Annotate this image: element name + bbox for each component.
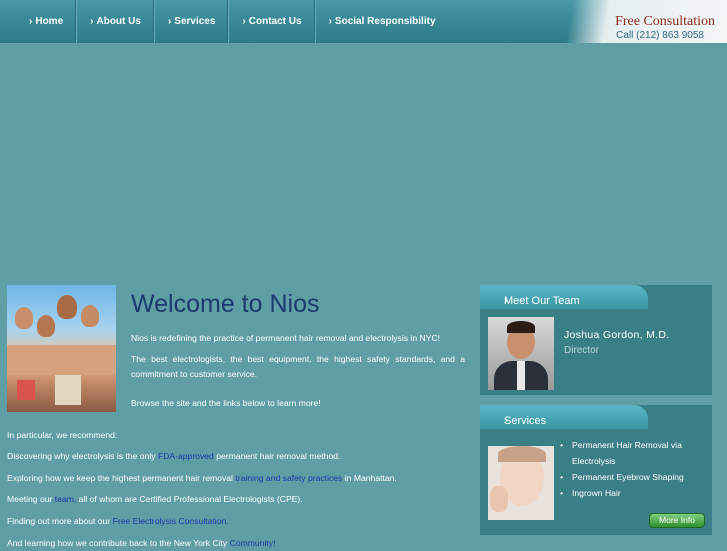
- recommend-item: Discovering why electrolysis is the only…: [7, 451, 341, 461]
- director-photo[interactable]: [488, 317, 554, 390]
- nav-label: Home: [35, 16, 64, 27]
- services-photo: [488, 446, 554, 520]
- nav-label: Contact Us: [248, 16, 302, 27]
- recommend-item: And learning how we contribute back to t…: [7, 538, 276, 548]
- service-item[interactable]: Permanent Hair Removal via Electrolysis: [560, 437, 708, 469]
- recommend-item: Finding out more about our Free Electrol…: [7, 516, 229, 526]
- arrow-right-icon: ›: [29, 16, 33, 27]
- recommend-item: Meeting our team, all of whom are Certif…: [7, 494, 303, 504]
- team-panel-header: › Meet Our Team: [480, 285, 648, 309]
- arrow-right-icon: ›: [167, 16, 172, 27]
- team-panel: › Meet Our Team Joshua Gordon, M.D. Dire…: [480, 285, 712, 395]
- top-nav-bar: › Home › About Us › Services › Contact Us › S…: [0, 0, 727, 43]
- fda-approved-link[interactable]: FDA-approved: [158, 451, 214, 461]
- training-safety-link[interactable]: training and safety practices: [235, 473, 342, 483]
- nav-social-responsibility[interactable]: › Social Responsibility: [315, 0, 448, 43]
- director-name[interactable]: Joshua Gordon, M.D.: [564, 329, 670, 341]
- arrow-right-icon: ›: [328, 16, 332, 27]
- service-item[interactable]: Permanent Eyebrow Shaping: [560, 469, 708, 485]
- free-consultation-banner[interactable]: Free Consultation Call (212) 863 9058: [547, 0, 727, 43]
- recommend-item: Exploring how we keep the highest perman…: [7, 473, 397, 483]
- arrow-right-icon: ›: [242, 16, 246, 27]
- services-list: Permanent Hair Removal via Electrolysis …: [560, 437, 708, 501]
- team-link[interactable]: team,: [55, 494, 77, 504]
- consultation-title: Free Consultation: [615, 14, 715, 29]
- services-panel-header: › Services: [480, 405, 648, 429]
- nav-about-us[interactable]: › About Us: [76, 0, 154, 43]
- nav-label: Services: [174, 16, 216, 27]
- page-title: Welcome to Nios: [131, 290, 320, 318]
- best-text: The best electrologists, the best equipm…: [131, 354, 465, 379]
- main-nav: › Home › About Us › Services › Contact Us › S…: [15, 0, 448, 43]
- director-role: Director: [564, 345, 600, 356]
- arrow-right-icon: ›: [90, 16, 94, 27]
- consultation-phone: Call (212) 863 9058: [616, 30, 704, 41]
- browse-text: Browse the site and the links below to l…: [131, 398, 321, 408]
- nav-label: Social Responsibility: [334, 16, 436, 27]
- services-panel-title: › Services: [504, 415, 547, 427]
- service-item[interactable]: Ingrown Hair: [560, 485, 708, 501]
- community-link[interactable]: Community!: [230, 538, 276, 548]
- group-photo: [7, 285, 116, 412]
- nav-services[interactable]: › Services: [154, 0, 229, 43]
- services-panel: › Services Permanent Hair Removal via El…: [480, 405, 712, 535]
- intro-text: Nios is redefining the practice of perma…: [131, 333, 441, 343]
- team-panel-title: › Meet Our Team: [504, 295, 580, 307]
- recommend-text: In particular, we recommend:: [7, 430, 118, 440]
- nav-home[interactable]: › Home: [15, 0, 77, 43]
- nav-label: About Us: [96, 16, 141, 27]
- free-consultation-link[interactable]: Free Electrolysis Consultation.: [113, 516, 229, 526]
- nav-contact-us[interactable]: › Contact Us: [228, 0, 315, 43]
- more-info-button[interactable]: More Info: [649, 513, 705, 528]
